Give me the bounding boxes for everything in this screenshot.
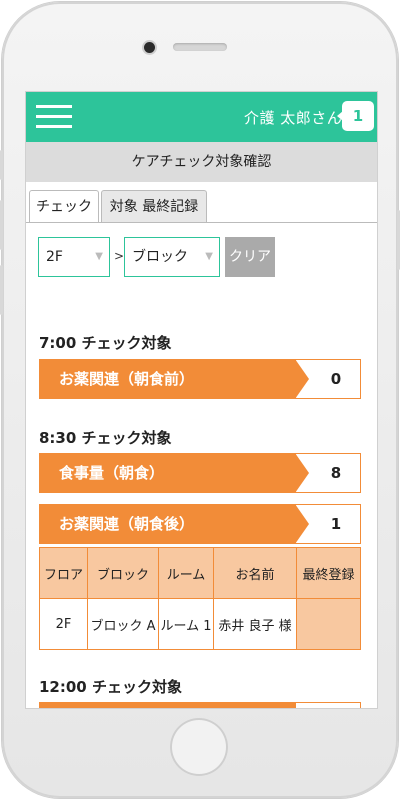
phone-frame: 介護 太郎さん 1 ケアチェック対象確認 チェック 対象 最終記録 2F ▼ >…: [0, 0, 400, 800]
block-select-value: ブロック: [132, 249, 188, 265]
check-row[interactable]: お薬関連（朝食後） 1: [39, 504, 361, 544]
table-cell-room: ルーム 1: [158, 598, 214, 650]
table-row[interactable]: 2F ブロック A ルーム 1 赤井 良子 様: [39, 598, 361, 650]
tab-check[interactable]: チェック: [29, 190, 99, 223]
mute-switch: [0, 150, 3, 180]
tab-divider: [26, 222, 377, 223]
table-cell-last-record: [296, 598, 361, 650]
block-select[interactable]: ブロック ▼: [124, 237, 220, 277]
clear-button[interactable]: クリア: [225, 237, 275, 277]
section-title: 8:30 チェック対象: [39, 429, 172, 447]
floor-select-value: 2F: [46, 249, 63, 265]
floor-select[interactable]: 2F ▼: [38, 237, 110, 277]
chevron-down-icon: ▼: [205, 251, 213, 262]
check-row[interactable]: 食事量（朝食） 8: [39, 453, 361, 493]
check-row-label: お薬関連（朝食前）: [39, 359, 295, 399]
front-camera: [144, 42, 155, 53]
app-header: 介護 太郎さん 1: [26, 92, 377, 142]
arrow-icon: [295, 504, 309, 544]
table-header-name: お名前: [213, 547, 297, 599]
hamburger-menu-icon[interactable]: [36, 104, 72, 130]
volume-down-button: [0, 265, 3, 315]
home-button[interactable]: [170, 718, 228, 776]
table-header-room: ルーム: [158, 547, 214, 599]
page-title: ケアチェック対象確認: [26, 142, 377, 182]
check-row-label: お薬関連（朝食後）: [39, 504, 295, 544]
table-cell-floor: 2F: [39, 598, 88, 650]
tab-last-record[interactable]: 対象 最終記録: [101, 190, 207, 223]
check-row-label: 食事量（朝食）: [39, 453, 295, 493]
table-cell-block: ブロック A: [87, 598, 159, 650]
volume-up-button: [0, 200, 3, 250]
earpiece-speaker: [173, 43, 227, 51]
check-row[interactable]: [39, 702, 361, 708]
table-header-block: ブロック: [87, 547, 159, 599]
arrow-icon: [295, 359, 309, 399]
table-cell-name: 赤井 良子 様: [213, 598, 297, 650]
arrow-icon: [295, 453, 309, 493]
section-title: 7:00 チェック対象: [39, 334, 172, 352]
filter-separator: >: [114, 249, 125, 263]
notification-badge[interactable]: 1: [337, 101, 374, 131]
check-row[interactable]: お薬関連（朝食前） 0: [39, 359, 361, 399]
table-header-row: フロア ブロック ルーム お名前 最終登録: [39, 547, 361, 599]
section-title: 12:00 チェック対象: [39, 678, 182, 696]
check-row-count: [295, 702, 361, 708]
chevron-down-icon: ▼: [95, 251, 103, 262]
check-row-label: [39, 702, 295, 708]
app-screen: 介護 太郎さん 1 ケアチェック対象確認 チェック 対象 最終記録 2F ▼ >…: [25, 91, 378, 709]
table-header-last-record: 最終登録: [296, 547, 361, 599]
user-name: 介護 太郎さん: [244, 109, 343, 127]
table-header-floor: フロア: [39, 547, 88, 599]
resident-table: フロア ブロック ルーム お名前 最終登録 2F ブロック A ルーム 1 赤井…: [39, 547, 361, 650]
